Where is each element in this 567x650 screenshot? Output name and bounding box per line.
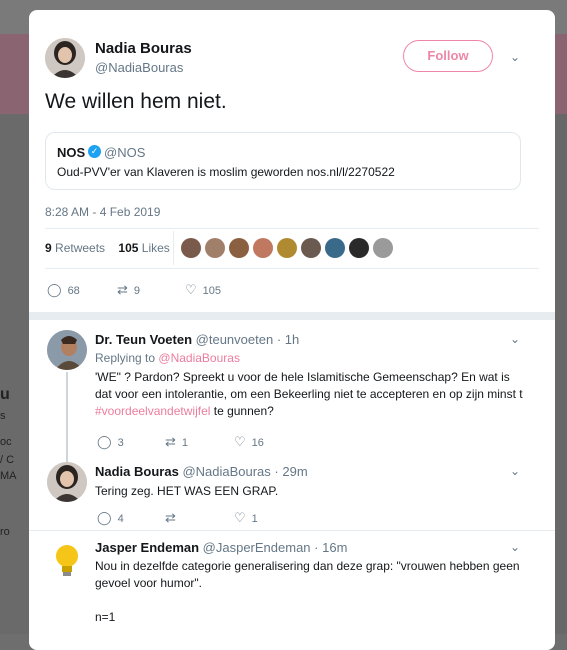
retweet-button[interactable]: ⇄ <box>165 510 182 526</box>
reply-avatar[interactable] <box>47 540 87 580</box>
reply-text: Tering zeg. HET WAS EEN GRAP. <box>95 484 279 498</box>
chevron-down-icon[interactable]: ⌄ <box>510 540 520 554</box>
retweet-icon: ⇄ <box>165 434 176 449</box>
reply-text: 'WE" ? Pardon? Spreekt u voor de hele Is… <box>95 370 523 418</box>
mention-link[interactable]: @NadiaBouras <box>158 351 240 365</box>
reply-time[interactable]: 16m <box>322 540 347 555</box>
quoted-author-handle: @NOS <box>104 145 146 160</box>
divider <box>45 228 539 229</box>
liker-avatar[interactable] <box>277 238 297 258</box>
reply-header: Nadia Bouras @NadiaBouras · 29m <box>95 464 308 479</box>
author-avatar[interactable] <box>45 38 85 78</box>
reply-header: Dr. Teun Voeten @teunvoeten · 1h <box>95 332 300 347</box>
liker-avatar[interactable] <box>373 238 393 258</box>
tweet-text: We willen hem niet. <box>45 90 227 113</box>
retweets-stat[interactable]: 9 Retweets <box>45 241 105 255</box>
replying-to: Replying to @NadiaBouras <box>95 351 240 365</box>
liker-avatar[interactable] <box>301 238 321 258</box>
likes-stat[interactable]: 105 Likes <box>118 241 169 255</box>
liker-avatar[interactable] <box>349 238 369 258</box>
reply-button[interactable]: ◯ 3 <box>97 434 124 450</box>
chevron-down-icon[interactable]: ⌄ <box>510 332 520 346</box>
tweet-stats: 9 Retweets 105 Likes <box>45 231 174 265</box>
liker-avatar[interactable] <box>205 238 225 258</box>
reply-author-name[interactable]: Dr. Teun Voeten <box>95 332 192 347</box>
background-fragment: s <box>0 410 6 422</box>
verified-badge-icon: ✓ <box>88 145 101 158</box>
like-button[interactable]: ♡ 105 <box>185 282 221 298</box>
reply-button[interactable]: ◯ 4 <box>97 510 124 526</box>
reply-button[interactable]: ◯ 68 <box>47 282 80 298</box>
reply-text-continued: n=1 <box>95 610 116 624</box>
divider <box>29 530 555 531</box>
tweet-timestamp[interactable]: 8:28 AM - 4 Feb 2019 <box>45 205 160 219</box>
liker-avatar[interactable] <box>325 238 345 258</box>
chevron-down-icon[interactable]: ⌄ <box>510 50 520 64</box>
chevron-down-icon[interactable]: ⌄ <box>510 464 520 478</box>
heart-icon: ♡ <box>234 434 246 449</box>
reply-avatar[interactable] <box>47 462 87 502</box>
background-fragment: oc <box>0 436 12 448</box>
author-name[interactable]: Nadia Bouras <box>95 40 192 57</box>
stats-separator <box>173 231 174 265</box>
quoted-author-name: NOS <box>57 145 86 160</box>
like-button[interactable]: ♡ 16 <box>234 434 264 450</box>
reply-icon: ◯ <box>97 510 112 525</box>
divider <box>45 268 539 269</box>
reply-icon: ◯ <box>47 282 62 297</box>
hashtag-link[interactable]: #voordeelvandetwijfel <box>95 404 210 418</box>
background-fragment: / C <box>0 454 15 466</box>
reply-author-name[interactable]: Nadia Bouras <box>95 464 179 479</box>
reply-time[interactable]: 29m <box>282 464 307 479</box>
section-separator <box>29 312 555 320</box>
author-handle[interactable]: @NadiaBouras <box>95 60 183 75</box>
background-fragment: ro <box>0 526 10 538</box>
reply-author-handle[interactable]: @NadiaBouras <box>182 464 270 479</box>
heart-icon: ♡ <box>185 282 197 297</box>
follow-button[interactable]: Follow <box>403 40 493 72</box>
reply-text: Nou in dezelfde categorie generalisering… <box>95 559 520 590</box>
retweet-button[interactable]: ⇄ 1 <box>165 434 188 450</box>
tweet-modal: Nadia Bouras @NadiaBouras Follow ⌄ We wi… <box>29 10 555 650</box>
reply-author-handle[interactable]: @teunvoeten <box>196 332 274 347</box>
reply-author-handle[interactable]: @JasperEndeman <box>203 540 311 555</box>
likers-avatars <box>181 238 397 263</box>
liker-avatar[interactable] <box>181 238 201 258</box>
reply-icon: ◯ <box>97 434 112 449</box>
reply-author-name[interactable]: Jasper Endeman <box>95 540 199 555</box>
quoted-tweet-text: Oud-PVV'er van Klaveren is moslim geword… <box>57 165 395 179</box>
background-fragment: MA <box>0 470 17 482</box>
reply-avatar[interactable] <box>47 330 87 370</box>
background-left-column: u s oc / C MA ro <box>0 114 30 634</box>
liker-avatar[interactable] <box>229 238 249 258</box>
like-button[interactable]: ♡ 1 <box>234 510 258 526</box>
retweet-icon: ⇄ <box>117 282 128 297</box>
background-fragment: u <box>0 386 10 403</box>
heart-icon: ♡ <box>234 510 246 525</box>
liker-avatar[interactable] <box>253 238 273 258</box>
retweet-button[interactable]: ⇄ 9 <box>117 282 140 298</box>
reply-time[interactable]: 1h <box>285 332 299 347</box>
background-right-column <box>555 114 567 634</box>
reply-header: Jasper Endeman @JasperEndeman · 16m <box>95 540 348 555</box>
quoted-tweet[interactable]: NOS ✓ @NOS Oud-PVV'er van Klaveren is mo… <box>45 132 521 190</box>
thread-line <box>66 372 68 462</box>
retweet-icon: ⇄ <box>165 510 176 525</box>
